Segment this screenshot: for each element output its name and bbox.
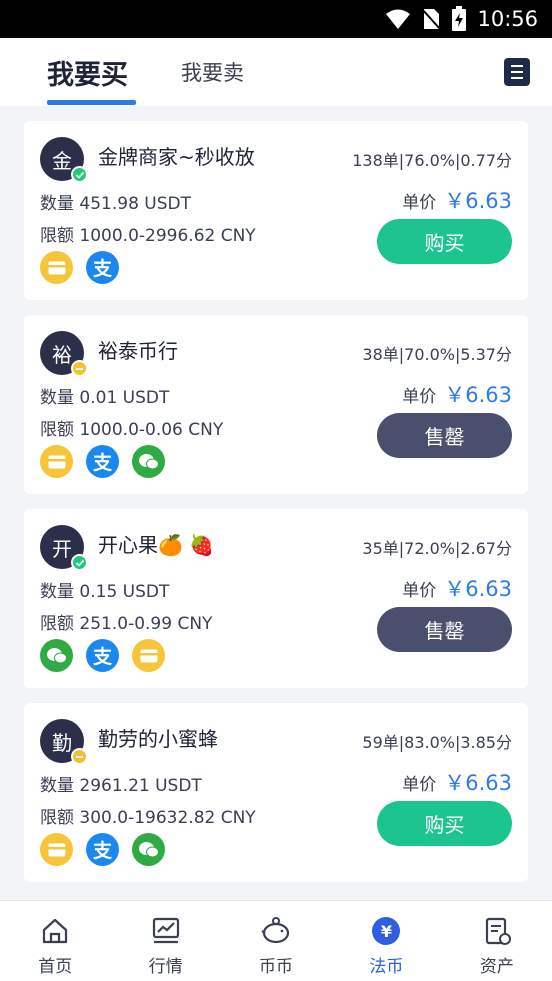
merchant-avatar[interactable]: 开 [40, 525, 88, 571]
bank-card-icon [132, 639, 165, 672]
status-icons: 10:56 [385, 0, 538, 38]
sold-out-button[interactable]: 售罄 [377, 607, 512, 652]
alipay-icon: 支 [86, 639, 119, 672]
offer-quantity: 数量 0.15 USDT [40, 582, 170, 602]
merchant-stats: 38单|70.0%|5.37分 [362, 345, 512, 364]
sold-out-button[interactable]: 售罄 [377, 413, 512, 458]
offer-list: 金 金牌商家~秒收放 138单|76.0%|0.77分 数量 451.98 US… [24, 121, 528, 897]
unit-price-value: ￥6.63 [444, 189, 512, 213]
assets-document-icon [481, 915, 513, 947]
unit-price: 单价 ￥6.63 [402, 379, 512, 409]
payment-methods: 支 [40, 833, 165, 866]
payment-methods: 支 [40, 639, 165, 672]
unit-price: 单价 ￥6.63 [402, 185, 512, 215]
avatar-initial: 勤 [52, 730, 72, 755]
check-badge-icon [71, 554, 88, 571]
check-badge-icon [71, 166, 88, 183]
offer-limit: 限额 300.0-19632.82 CNY [40, 808, 256, 828]
payment-methods: 支 [40, 445, 165, 478]
nav-assets-label: 资产 [479, 957, 514, 977]
bank-card-icon [40, 833, 73, 866]
top-tab-bar: 我要买 我要卖 [0, 38, 552, 106]
orders-list-icon[interactable] [504, 58, 530, 86]
wechat-pay-icon [132, 833, 165, 866]
nav-fiat[interactable]: ¥ 法币 [331, 901, 441, 981]
alipay-icon: 支 [86, 251, 119, 284]
nav-home-label: 首页 [38, 957, 73, 977]
nav-fiat-label: 法币 [369, 957, 404, 977]
alipay-icon: 支 [86, 833, 119, 866]
avatar-initial: 金 [52, 148, 72, 173]
wifi-icon [385, 8, 411, 30]
wechat-pay-icon [132, 445, 165, 478]
bottom-nav: 首页 行情 币币 ¥ 法币 资产 [0, 900, 552, 981]
active-tab-indicator [47, 100, 136, 105]
offer-limit: 限额 251.0-0.99 CNY [40, 614, 213, 634]
nav-coin-label: 币币 [259, 957, 294, 977]
unit-price-label: 单价 [402, 387, 437, 407]
unit-price-label: 单价 [402, 581, 437, 601]
buy-button[interactable]: 购买 [377, 801, 512, 846]
tab-buy[interactable]: 我要买 [47, 38, 128, 106]
buy-button[interactable]: 购买 [377, 219, 512, 264]
offer-limit: 限额 1000.0-0.06 CNY [40, 420, 224, 440]
offer-quantity: 数量 451.98 USDT [40, 194, 191, 214]
payment-methods: 支 [40, 251, 119, 284]
nav-home[interactable]: 首页 [0, 901, 110, 981]
bank-card-icon [40, 445, 73, 478]
nav-market[interactable]: 行情 [110, 901, 220, 981]
tab-sell[interactable]: 我要卖 [181, 38, 244, 106]
merchant-avatar[interactable]: 裕 [40, 331, 88, 377]
status-time: 10:56 [477, 7, 538, 31]
offer-quantity: 数量 2961.21 USDT [40, 776, 202, 796]
bank-card-icon [40, 251, 73, 284]
merchant-name[interactable]: 开心果🍊 🍓 [98, 529, 214, 558]
merchant-name[interactable]: 勤劳的小蜜蜂 [98, 723, 218, 752]
status-bar: 10:56 [0, 0, 552, 38]
offer-card: 裕 裕泰币行 38单|70.0%|5.37分 数量 0.01 USDT 限额 1… [24, 315, 528, 494]
merchant-stats: 138单|76.0%|0.77分 [352, 151, 512, 170]
merchant-stats: 59单|83.0%|3.85分 [362, 733, 512, 752]
unit-price-label: 单价 [402, 193, 437, 213]
chart-icon [150, 915, 182, 947]
offer-quantity: 数量 0.01 USDT [40, 388, 170, 408]
yuan-icon: ¥ [370, 915, 402, 947]
yuan-glyph: ¥ [372, 917, 401, 945]
battery-charging-icon [451, 6, 467, 32]
unit-price: 单价 ￥6.63 [402, 573, 512, 603]
alipay-icon: 支 [86, 445, 119, 478]
merchant-avatar[interactable]: 勤 [40, 719, 88, 765]
wechat-pay-icon [40, 639, 73, 672]
offer-limit: 限额 1000.0-2996.62 CNY [40, 226, 256, 246]
merchant-avatar[interactable]: 金 [40, 137, 88, 183]
no-sim-icon [421, 7, 442, 31]
unit-price-value: ￥6.63 [444, 577, 512, 601]
merchant-stats: 35单|72.0%|2.67分 [362, 539, 512, 558]
avatar-initial: 裕 [52, 342, 72, 367]
pending-badge-icon [71, 360, 88, 377]
unit-price-value: ￥6.63 [444, 771, 512, 795]
unit-price-value: ￥6.63 [444, 383, 512, 407]
offer-card: 金 金牌商家~秒收放 138单|76.0%|0.77分 数量 451.98 US… [24, 121, 528, 300]
offer-card: 开 开心果🍊 🍓 35单|72.0%|2.67分 数量 0.15 USDT 限额… [24, 509, 528, 688]
merchant-name[interactable]: 裕泰币行 [98, 335, 178, 364]
avatar-initial: 开 [52, 536, 72, 561]
pending-badge-icon [71, 748, 88, 765]
home-icon [39, 915, 71, 947]
offer-card: 勤 勤劳的小蜜蜂 59单|83.0%|3.85分 数量 2961.21 USDT… [24, 703, 528, 882]
nav-coin[interactable]: 币币 [221, 901, 331, 981]
piggy-bank-icon [260, 915, 292, 947]
unit-price-label: 单价 [402, 775, 437, 795]
merchant-name[interactable]: 金牌商家~秒收放 [98, 141, 255, 170]
nav-assets[interactable]: 资产 [442, 901, 552, 981]
nav-market-label: 行情 [148, 957, 183, 977]
unit-price: 单价 ￥6.63 [402, 767, 512, 797]
